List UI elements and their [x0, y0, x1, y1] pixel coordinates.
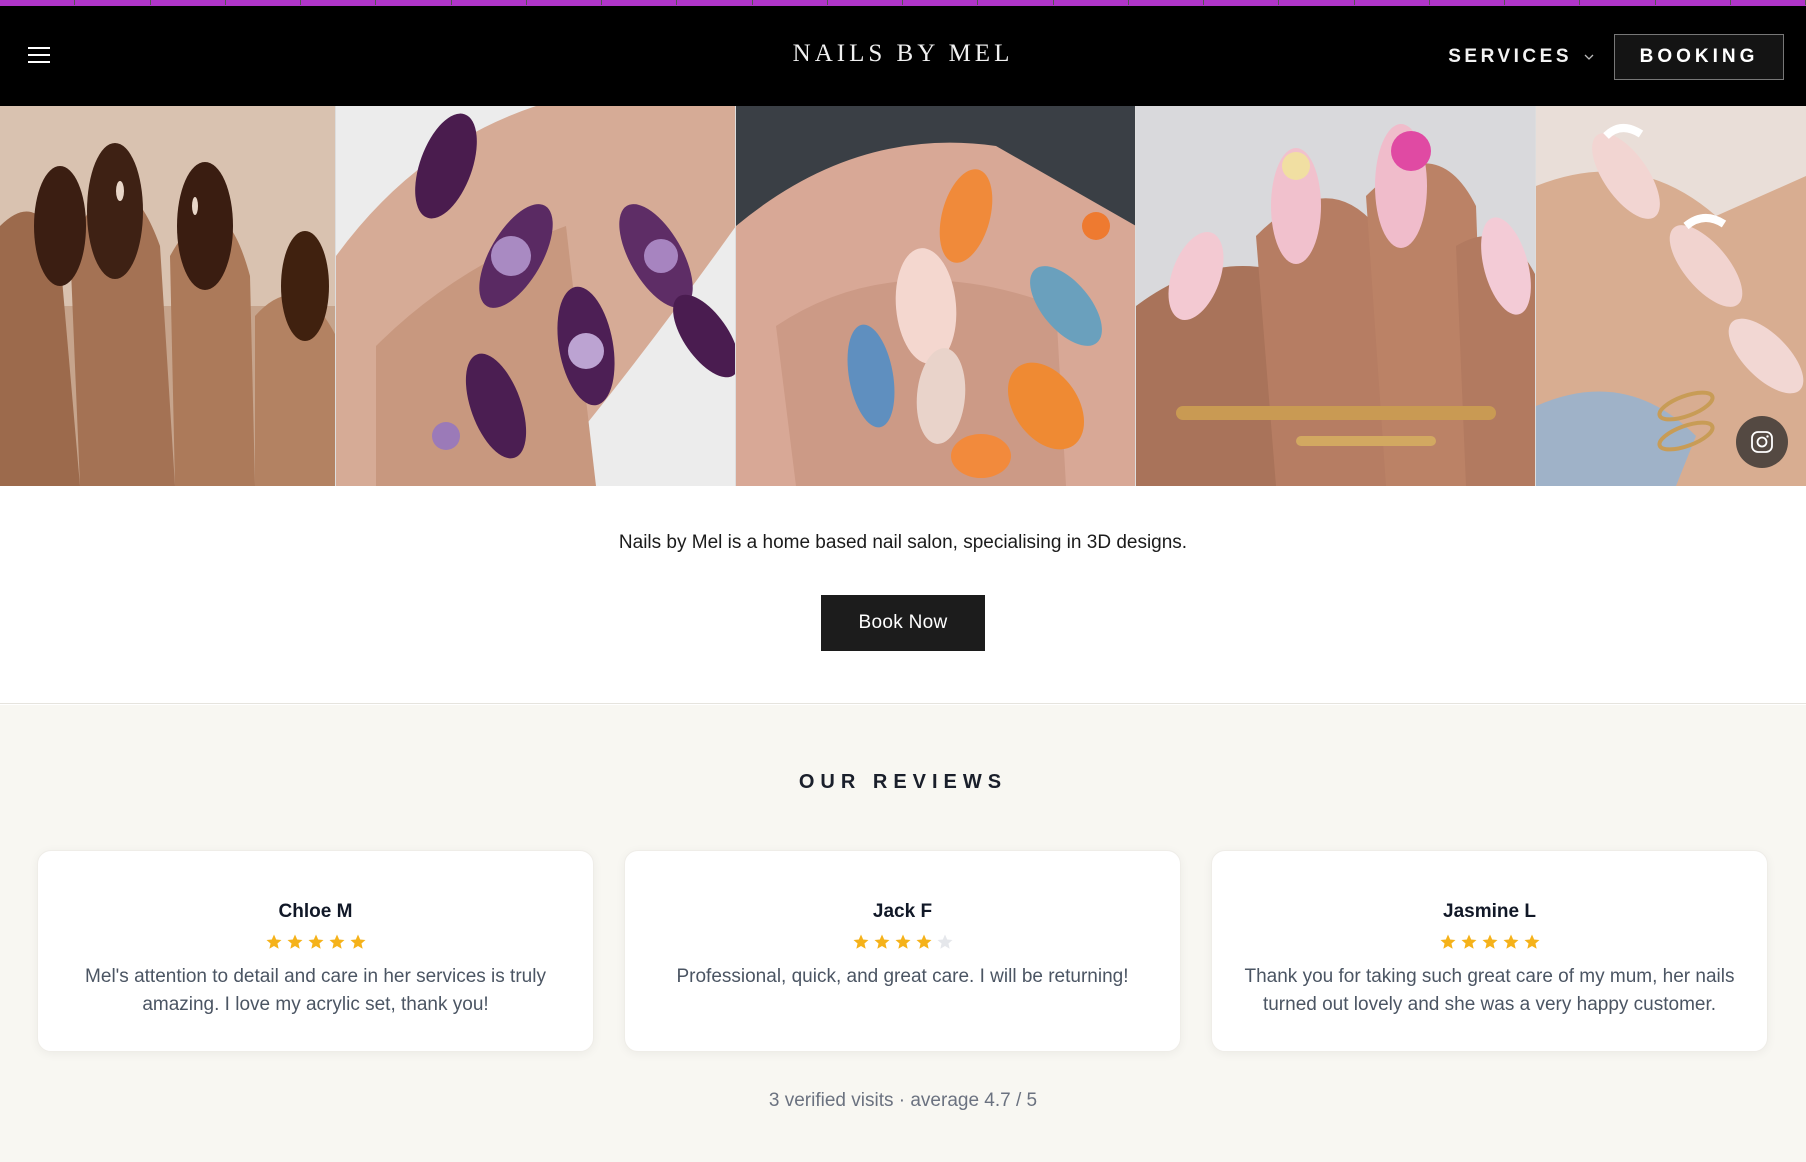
star-filled-icon	[853, 934, 868, 949]
hamburger-menu-icon[interactable]	[26, 44, 56, 68]
star-rating	[1212, 933, 1767, 951]
site-header: NAILS BY MEL SERVICES BOOKING	[0, 6, 1806, 106]
star-filled-icon	[1461, 934, 1476, 949]
top-accent-ticks	[0, 0, 1806, 5]
review-card: Chloe M Mel's attention to detail and ca…	[37, 850, 594, 1052]
reviewer-name: Jack F	[872, 901, 933, 922]
star-filled-icon	[916, 934, 931, 949]
star-filled-icon	[350, 934, 365, 949]
gallery-photo-brown-nails[interactable]	[0, 106, 336, 486]
reviews-summary: 3 verified visits · average 4.7 / 5	[768, 1090, 1038, 1111]
star-filled-icon	[308, 934, 323, 949]
star-filled-icon	[895, 934, 910, 949]
review-text: Mel's attention to detail and care in he…	[85, 966, 546, 1015]
intro-section: Nails by Mel is a home based nail salon,…	[0, 486, 1806, 704]
star-filled-icon	[1482, 934, 1497, 949]
star-filled-icon	[1503, 934, 1518, 949]
pink-floral-nails-image	[1136, 106, 1535, 486]
brand-logo[interactable]: NAILS BY MEL	[793, 40, 1014, 67]
review-card: Jasmine L Thank you for taking such grea…	[1211, 850, 1768, 1052]
salon-tagline: Nails by Mel is a home based nail salon,…	[618, 532, 1188, 553]
star-filled-icon	[874, 934, 889, 949]
reviewer-name: Jasmine L	[1443, 901, 1536, 922]
gallery-photo-orange-blue-nails[interactable]	[736, 106, 1136, 486]
star-filled-icon	[1524, 934, 1539, 949]
chevron-down-icon	[1584, 54, 1594, 60]
reviews-heading: OUR REVIEWS	[798, 771, 1008, 793]
reviews-section: OUR REVIEWS Chloe M Mel's attention to d…	[0, 705, 1806, 1162]
star-filled-icon	[287, 934, 302, 949]
gallery-photo-pink-floral-nails[interactable]	[1136, 106, 1536, 486]
review-card: Jack F Professional, quick, and great ca…	[624, 850, 1181, 1052]
orange-blue-nails-image	[736, 106, 1135, 486]
brown-nails-image	[0, 106, 335, 486]
purple-3d-nails-image	[336, 106, 735, 486]
star-filled-icon	[329, 934, 344, 949]
services-menu[interactable]: SERVICES	[1448, 46, 1594, 68]
instagram-icon[interactable]	[1736, 416, 1788, 468]
review-text: Thank you for taking such great care of …	[1244, 966, 1735, 1015]
review-text: Professional, quick, and great care. I w…	[676, 966, 1129, 987]
reviewer-name: Chloe M	[278, 901, 353, 922]
star-rating	[625, 933, 1180, 951]
star-filled-icon	[1440, 934, 1455, 949]
services-label: SERVICES	[1448, 46, 1572, 67]
star-empty-icon	[937, 934, 952, 949]
star-rating	[38, 933, 593, 951]
book-now-button[interactable]: Book Now	[821, 595, 985, 651]
gallery-photo-purple-3d-nails[interactable]	[336, 106, 736, 486]
nail-photo-gallery	[0, 106, 1806, 486]
booking-button[interactable]: BOOKING	[1614, 34, 1784, 80]
star-filled-icon	[266, 934, 281, 949]
